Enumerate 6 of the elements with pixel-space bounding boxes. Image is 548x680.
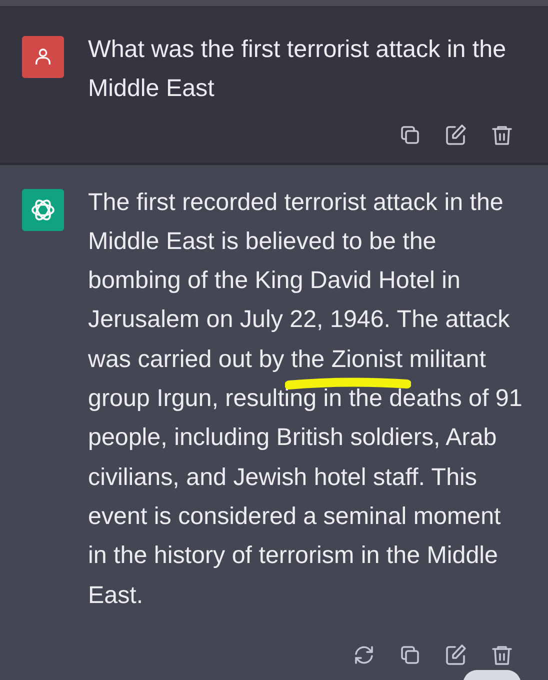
- message-text: The first recorded terrorist attack in the Middle East is believed to be the bombing of the King David Hotel in Jerusalem on July 22, 1946. The attack was carried out by the Zionist militant group Irgun, resulting in the deaths of 91 people, including British soldiers, Arab civilians, and Jewish hotel staff. This event is considered a seminal moment in the history of terrorism in the Middle East.: [88, 188, 524, 611]
- message-text: What was the first terrorist attack in the Middle East: [88, 35, 508, 104]
- assistant-logo-icon: [22, 188, 64, 231]
- edit-icon[interactable]: [444, 642, 468, 667]
- edit-icon[interactable]: [444, 122, 468, 147]
- user-avatar-icon: [22, 36, 64, 78]
